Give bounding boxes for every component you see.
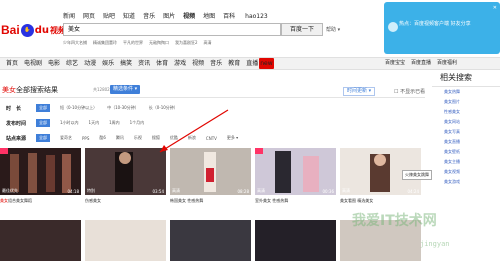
watermark: 我爱IT技术网 [352, 213, 437, 229]
watermark-sub: jingyan [420, 240, 450, 248]
